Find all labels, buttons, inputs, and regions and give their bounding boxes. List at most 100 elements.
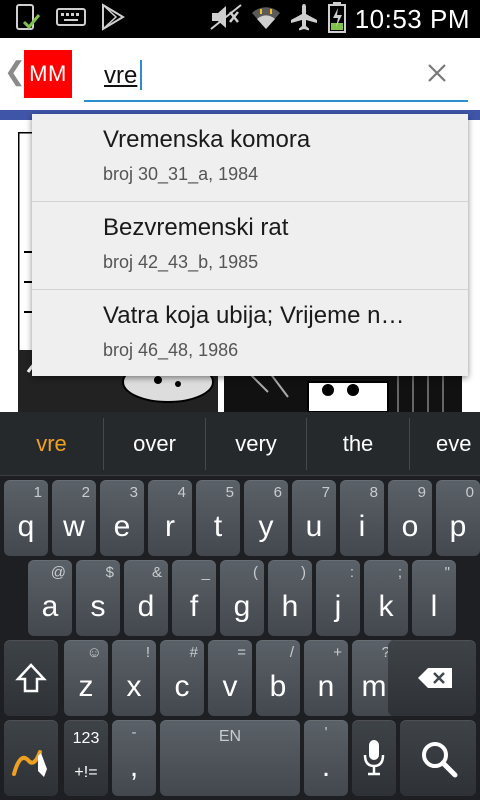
key-alt-label: (	[253, 564, 258, 581]
key-t[interactable]: 5t	[196, 480, 240, 556]
key-alt-label: #	[189, 644, 198, 661]
key-n[interactable]: + n	[304, 640, 348, 716]
microphone-key[interactable]	[352, 720, 396, 796]
suggestion-item[interactable]: Vatra koja ubija; Vrijeme n… broj 46_48,…	[32, 290, 468, 378]
key-label: l	[430, 590, 438, 623]
key-alt-label: _	[201, 564, 210, 581]
key-b[interactable]: / b	[256, 640, 300, 716]
backspace-key[interactable]	[388, 640, 476, 716]
shift-key[interactable]	[4, 640, 58, 716]
key-label: i	[358, 510, 366, 543]
key-o[interactable]: 9o	[388, 480, 432, 556]
key-f[interactable]: _ f	[172, 560, 216, 636]
key-k[interactable]: ; k	[364, 560, 408, 636]
key-alt-label: 6	[273, 484, 282, 501]
key-v[interactable]: = v	[208, 640, 252, 716]
key-s[interactable]: $ s	[76, 560, 120, 636]
period-key[interactable]: ' .	[304, 720, 348, 796]
word-suggestion[interactable]: the	[307, 412, 409, 476]
language-label: EN	[218, 728, 242, 745]
search-input[interactable]: vre	[84, 50, 468, 102]
key-label: b	[269, 670, 287, 703]
key-alt-label: 2	[81, 484, 90, 501]
suggestion-item[interactable]: Vremenska komora broj 30_31_a, 1984	[32, 114, 468, 202]
key-label: q	[17, 510, 35, 543]
symbols-key[interactable]: 123 +!=	[64, 720, 108, 796]
suggestion-item[interactable]: Bezvremenski rat broj 42_43_b, 1985	[32, 202, 468, 290]
key-alt-label: ☺	[86, 644, 102, 661]
key-alt-label: ;	[397, 564, 402, 581]
key-d[interactable]: & d	[124, 560, 168, 636]
key-label: s	[90, 590, 106, 623]
key-alt-label: 8	[369, 484, 378, 501]
comma-key-alt: -	[131, 724, 137, 741]
key-z[interactable]: ☺ z	[64, 640, 108, 716]
word-suggestion-strip: vre over very the eve	[0, 412, 480, 476]
status-bar: 10:53 PM	[0, 0, 480, 38]
key-h[interactable]: ) h	[268, 560, 312, 636]
key-q[interactable]: 1q	[4, 480, 48, 556]
key-alt-label: 9	[417, 484, 426, 501]
space-key[interactable]: EN	[160, 720, 300, 796]
key-g[interactable]: (g	[220, 560, 264, 636]
word-suggestion[interactable]: over	[104, 412, 205, 476]
key-alt-label: 3	[129, 484, 138, 501]
key-c[interactable]: # c	[160, 640, 204, 716]
key-alt-label: 0	[465, 484, 474, 501]
period-key-alt: '	[324, 724, 328, 741]
handwriting-key[interactable]	[4, 720, 58, 796]
check-screen-icon	[12, 2, 42, 37]
key-label: r	[165, 510, 175, 543]
word-suggestion[interactable]: vre	[0, 412, 103, 476]
search-input-value: vre	[104, 62, 138, 89]
word-suggestion[interactable]: eve	[410, 412, 480, 476]
key-label: p	[449, 510, 467, 543]
key-label: d	[137, 590, 155, 623]
key-label: v	[222, 670, 238, 703]
suggestion-subtitle: broj 30_31_a, 1984	[103, 164, 259, 184]
key-e[interactable]: 3e	[100, 480, 144, 556]
battery-charging-icon	[327, 1, 347, 38]
comma-key[interactable]: - ,	[112, 720, 156, 796]
key-alt-label: 5	[225, 484, 234, 501]
key-alt-label: +	[333, 644, 342, 661]
suggestion-title: Vatra koja ubija; Vrijeme n…	[103, 302, 405, 329]
play-store-icon	[100, 2, 126, 36]
soft-keyboard: vre over very the eve 1q2w3e4r5t6y7u8i9o…	[0, 412, 480, 800]
key-alt-label: $	[105, 564, 114, 581]
key-alt-label: !	[145, 644, 150, 661]
app-logo[interactable]: MM	[24, 50, 72, 98]
key-u[interactable]: 7u	[292, 480, 336, 556]
key-label: k	[378, 590, 394, 623]
key-l[interactable]: " l	[412, 560, 456, 636]
key-p[interactable]: 0p	[436, 480, 480, 556]
symbols-key-top: 123	[72, 730, 100, 747]
notification-icons	[12, 2, 126, 37]
back-caret-icon[interactable]: ❮	[4, 56, 26, 87]
suggestion-subtitle: broj 46_48, 1986	[103, 340, 239, 360]
key-label: a	[41, 590, 59, 623]
key-i[interactable]: 8i	[340, 480, 384, 556]
key-alt-label: /	[289, 644, 294, 661]
key-w[interactable]: 2w	[52, 480, 96, 556]
key-label: e	[113, 510, 131, 543]
key-r[interactable]: 4r	[148, 480, 192, 556]
key-label: x	[126, 670, 142, 703]
search-key[interactable]	[400, 720, 476, 796]
close-icon[interactable]	[424, 60, 450, 86]
key-alt-label: :	[349, 564, 354, 581]
key-alt-label: 4	[177, 484, 186, 501]
comma-key-label: ,	[129, 750, 139, 783]
symbols-key-bottom: +!=	[74, 764, 98, 781]
key-x[interactable]: ! x	[112, 640, 156, 716]
key-label: c	[174, 670, 190, 703]
key-label: h	[281, 590, 299, 623]
key-alt-label: 7	[321, 484, 330, 501]
key-a[interactable]: @ a	[28, 560, 72, 636]
search-suggestions-dropdown: Vremenska komora broj 30_31_a, 1984 Bezv…	[32, 114, 468, 376]
word-suggestion[interactable]: very	[206, 412, 306, 476]
key-label: f	[189, 590, 199, 623]
key-j[interactable]: :j	[316, 560, 360, 636]
period-key-label: .	[321, 750, 331, 783]
key-y[interactable]: 6y	[244, 480, 288, 556]
